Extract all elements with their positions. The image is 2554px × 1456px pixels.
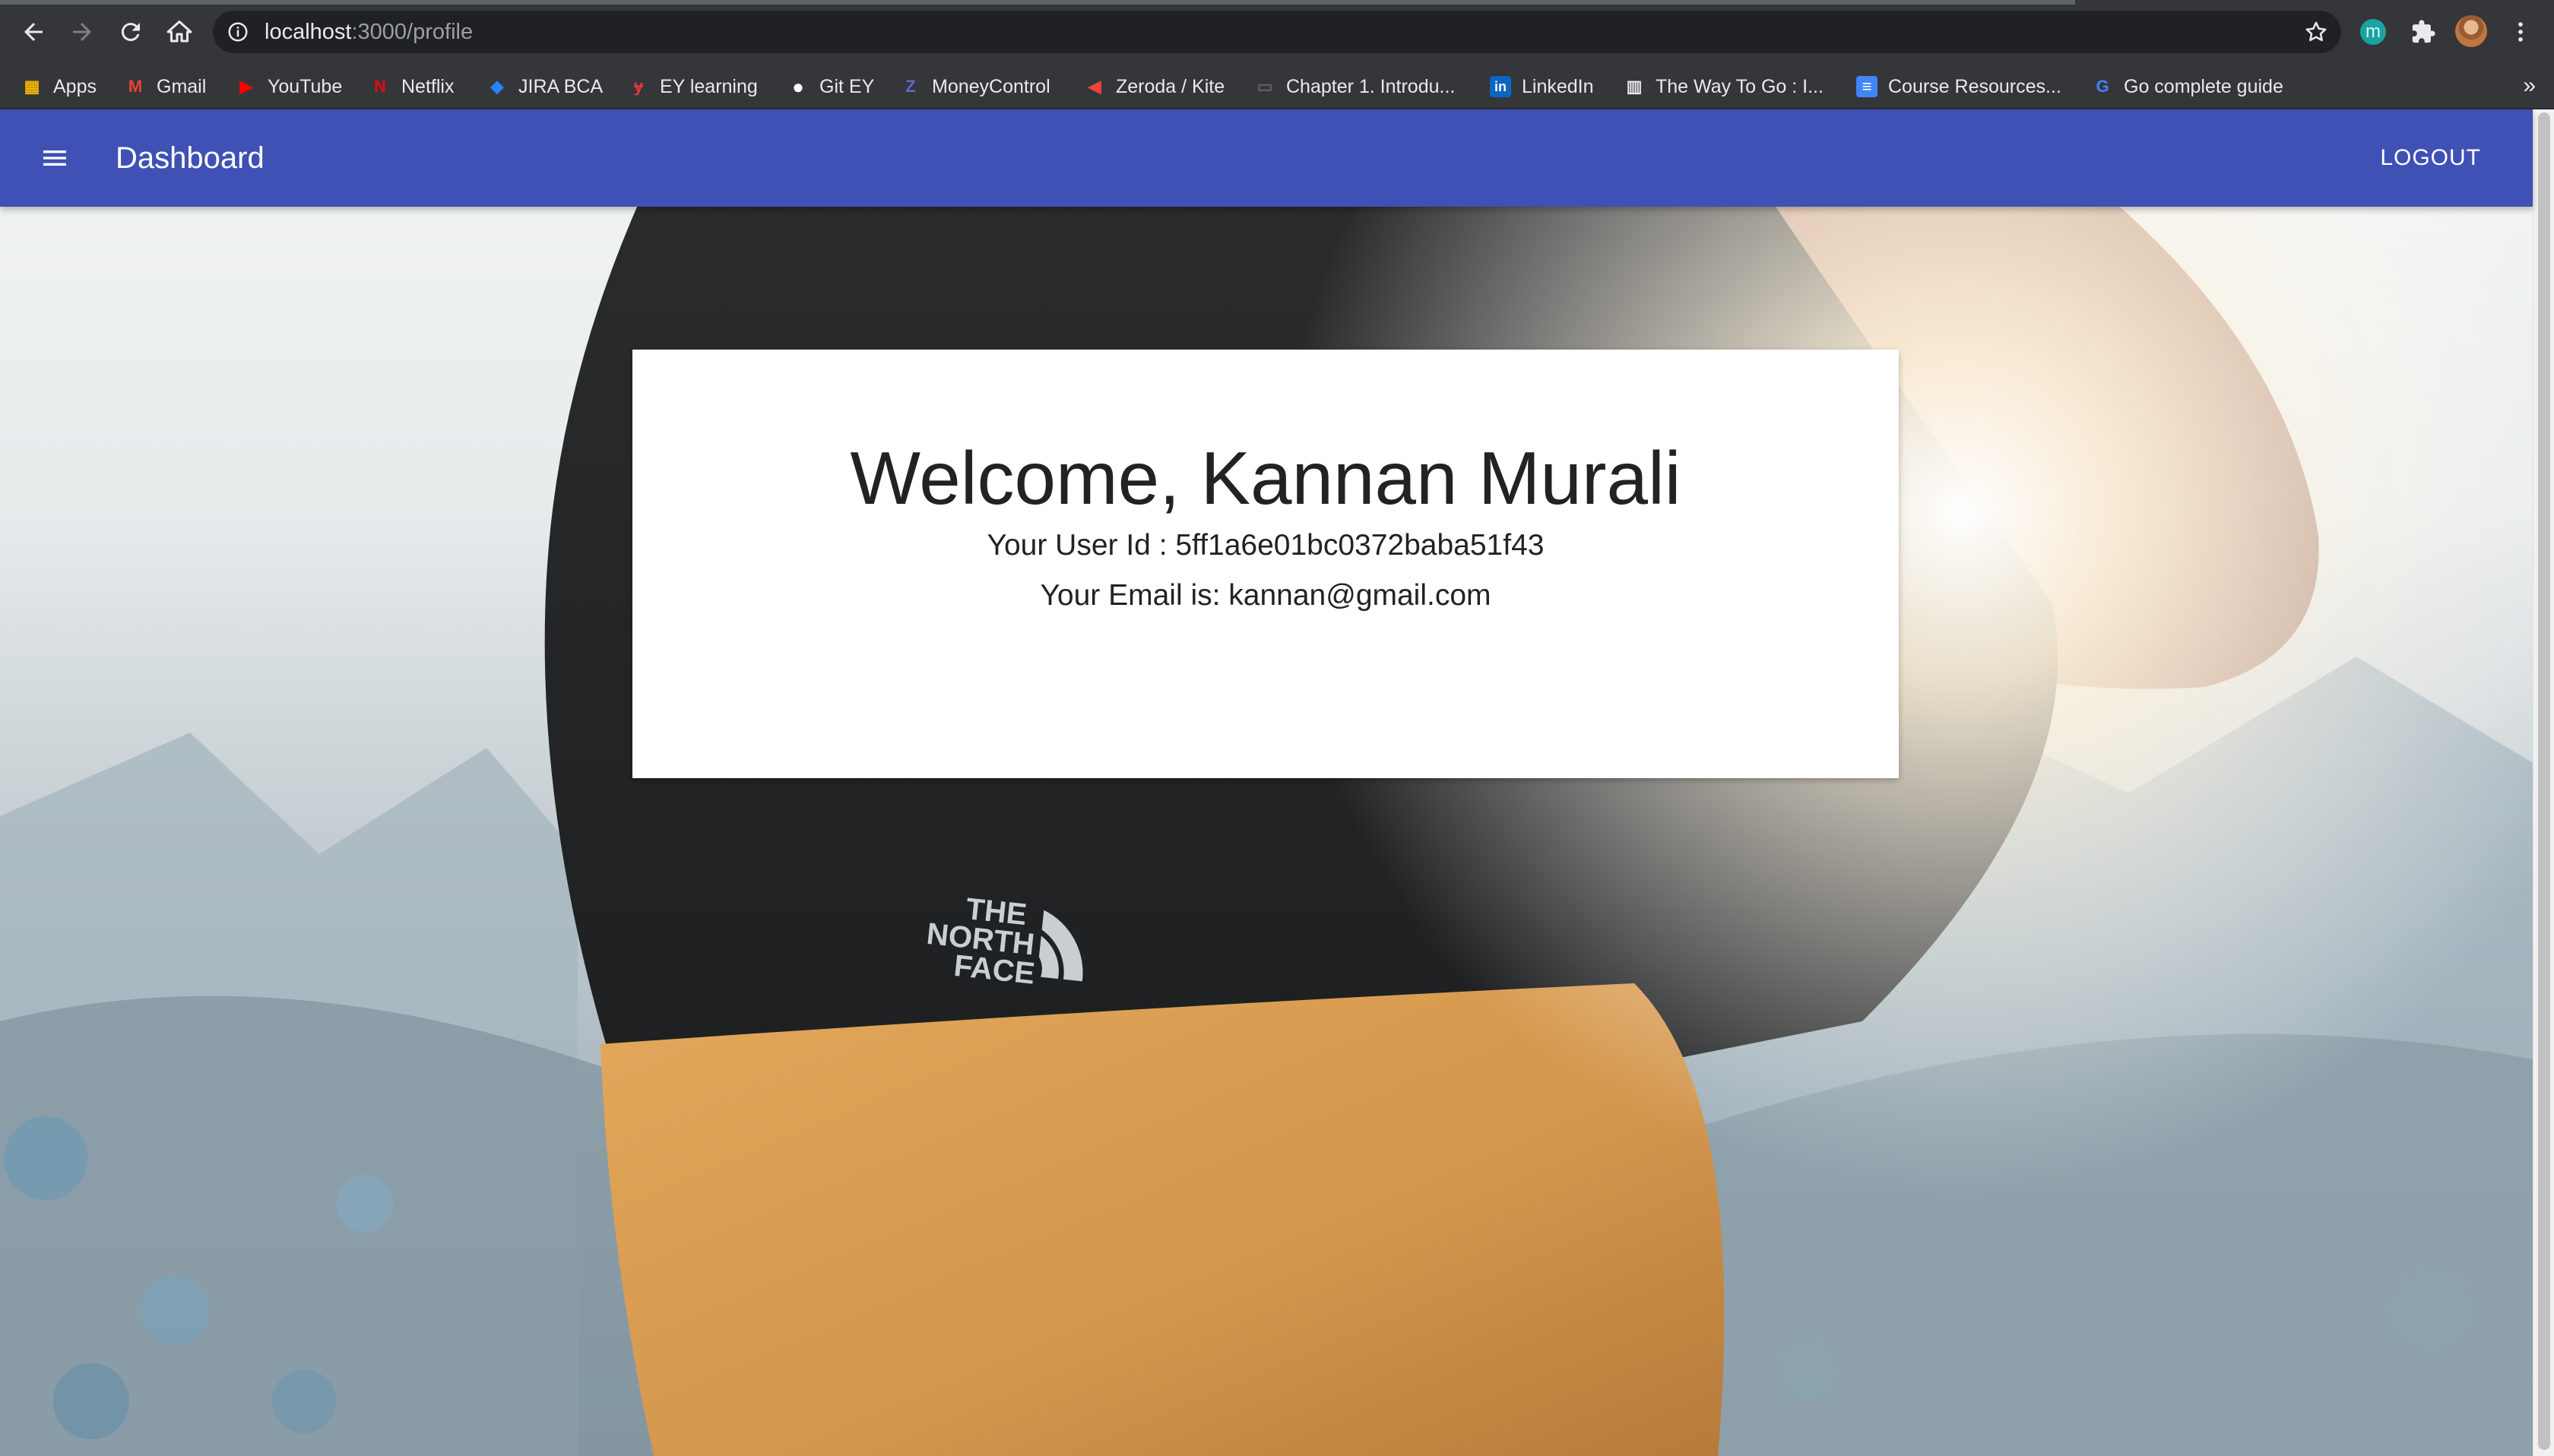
bookmark-item[interactable]: M Gmail xyxy=(125,64,206,109)
logout-button[interactable]: LOGOUT xyxy=(2371,137,2490,179)
menu-button[interactable] xyxy=(30,134,79,182)
app-bar: Dashboard LOGOUT xyxy=(0,109,2533,207)
bookmarks-overflow-button[interactable]: » xyxy=(2523,64,2536,109)
apps-grid-icon: ▦ xyxy=(24,77,40,96)
page-viewport: THE NORTH FACE Dashboard LOGOUT Welcome,… xyxy=(0,109,2554,1456)
reload-button[interactable] xyxy=(112,14,149,50)
email-text: Your Email is: kannan@gmail.com xyxy=(1040,579,1491,612)
bookmark-item[interactable]: Z MoneyControl xyxy=(900,64,1050,109)
forward-button[interactable] xyxy=(64,14,100,50)
hamburger-menu-icon xyxy=(43,150,66,166)
bookmark-item[interactable]: ◀ Zeroda / Kite xyxy=(1084,64,1225,109)
bookmark-label: LinkedIn xyxy=(1522,75,1594,97)
building-icon: ▥ xyxy=(1626,77,1643,96)
site-info-icon[interactable] xyxy=(227,21,249,43)
tab-strip-edge xyxy=(0,0,2075,5)
extension-letter: m xyxy=(2365,21,2381,42)
bookmark-label: Apps xyxy=(53,75,97,97)
jira-icon: ◆ xyxy=(490,77,504,96)
arrow-right-icon xyxy=(73,23,91,41)
bookmark-label: Go complete guide xyxy=(2124,75,2283,97)
bookmark-item[interactable]: ≡ Course Resources... xyxy=(1856,64,2061,109)
bookmark-label: Chapter 1. Introdu... xyxy=(1286,75,1456,97)
ey-learning-icon: ɏ xyxy=(633,77,644,96)
google-icon: G xyxy=(2096,77,2109,96)
profile-avatar[interactable] xyxy=(2455,15,2487,47)
linkedin-icon: in xyxy=(1490,76,1511,97)
url-host: localhost xyxy=(265,20,352,44)
bookmark-item[interactable]: G Go complete guide xyxy=(2092,64,2283,109)
bookmark-label: Netflix xyxy=(401,75,455,97)
extension-m-icon[interactable]: m xyxy=(2360,19,2386,45)
bookmark-label: Gmail xyxy=(157,75,207,97)
bookmark-star-icon[interactable] xyxy=(2303,19,2329,45)
extensions-puzzle-icon[interactable] xyxy=(2408,17,2438,47)
bookmark-label: The Way To Go : I... xyxy=(1656,75,1824,97)
youtube-icon: ▶ xyxy=(239,77,253,96)
gmail-icon: M xyxy=(128,77,143,96)
background-photo: THE NORTH FACE xyxy=(0,109,2533,1456)
scrollbar-thumb[interactable] xyxy=(2538,112,2550,1450)
welcome-heading: Welcome, Kannan Murali xyxy=(850,436,1681,520)
address-bar[interactable]: localhost:3000/profile xyxy=(213,11,2341,53)
bookmark-item[interactable]: ● Git EY xyxy=(787,64,874,109)
bookmark-item[interactable]: in LinkedIn xyxy=(1490,64,1594,109)
back-button[interactable] xyxy=(15,14,52,50)
book-icon: ▭ xyxy=(1256,77,1273,96)
github-icon: ● xyxy=(792,74,804,98)
bookmark-item[interactable]: ɏ EY learning xyxy=(628,64,758,109)
bookmark-item[interactable]: ▭ Chapter 1. Introdu... xyxy=(1254,64,1456,109)
browser-menu-icon[interactable] xyxy=(2505,17,2536,47)
reload-icon xyxy=(121,23,140,42)
bookmark-item[interactable]: ▥ The Way To Go : I... xyxy=(1624,64,1824,109)
bookmark-item[interactable]: N Netflix xyxy=(369,64,454,109)
user-id-text: Your User Id : 5ff1a6e01bc0372baba51f43 xyxy=(987,529,1545,562)
page-scrollbar[interactable] xyxy=(2533,109,2554,1456)
arrow-left-icon xyxy=(24,23,43,41)
bookmark-label: Zeroda / Kite xyxy=(1116,75,1225,97)
browser-toolbar: localhost:3000/profile m xyxy=(0,0,2554,64)
url-path: :3000/profile xyxy=(351,20,474,44)
home-icon xyxy=(166,21,192,43)
bookmark-item[interactable]: ◆ JIRA BCA xyxy=(486,64,604,109)
bookmark-label: Course Resources... xyxy=(1888,75,2061,97)
profile-card: Welcome, Kannan Murali Your User Id : 5f… xyxy=(632,350,1899,778)
bookmark-item[interactable]: ▦ Apps xyxy=(21,64,97,109)
background-scene: THE NORTH FACE xyxy=(0,109,2533,1456)
bookmark-item[interactable]: ▶ YouTube xyxy=(236,64,343,109)
bookmark-label: JIRA BCA xyxy=(518,75,604,97)
kite-icon: ◀ xyxy=(1088,77,1101,96)
home-button[interactable] xyxy=(161,14,198,50)
address-url[interactable]: localhost:3000/profile xyxy=(265,11,473,53)
bookmark-label: MoneyControl xyxy=(932,75,1050,97)
bookmark-label: EY learning xyxy=(660,75,758,97)
moneycontrol-icon: Z xyxy=(905,77,916,96)
netflix-icon: N xyxy=(374,77,386,96)
app-title: Dashboard xyxy=(116,141,265,175)
bookmark-label: YouTube xyxy=(268,75,343,97)
docs-icon: ≡ xyxy=(1856,76,1877,97)
bookmarks-bar: ▦ Apps M Gmail ▶ YouTube N Netflix ◆ JIRA BCA ɏ EY … xyxy=(0,64,2554,109)
bookmark-label: Git EY xyxy=(819,75,875,97)
browser-chrome: localhost:3000/profile m ▦ Apps M Gmail ▶ You… xyxy=(0,0,2554,109)
